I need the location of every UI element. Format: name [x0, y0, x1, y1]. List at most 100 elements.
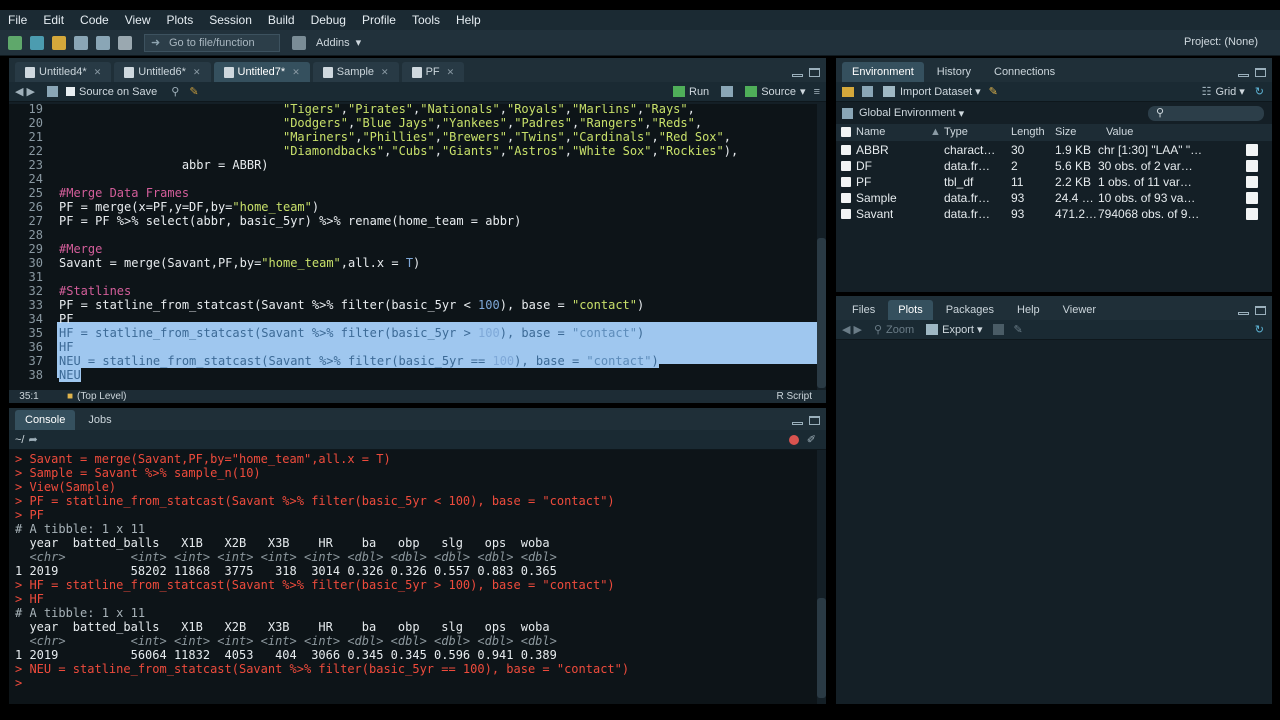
broom-icon[interactable]: ✎: [1014, 323, 1023, 336]
maximize-icon[interactable]: [1255, 306, 1266, 315]
go-to-directory-icon[interactable]: ➦: [28, 433, 37, 446]
chevron-down-icon[interactable]: ▾: [977, 323, 983, 336]
code-line[interactable]: 26 PF = merge(x=PF,y=DF,by="home_team"): [9, 200, 817, 214]
minimize-icon[interactable]: [792, 422, 803, 425]
close-icon[interactable]: ✕: [193, 62, 201, 82]
search-icon[interactable]: ⚲: [171, 85, 179, 98]
tab-files[interactable]: Files: [842, 300, 885, 320]
minimize-icon[interactable]: [792, 74, 803, 77]
menu-session[interactable]: Session: [201, 10, 260, 30]
menu-code[interactable]: Code: [72, 10, 117, 30]
code-editor[interactable]: 19 "Tigers","Pirates","Nationals","Royal…: [9, 104, 817, 390]
code-line[interactable]: 23 abbr = ABBR): [9, 158, 817, 172]
view-data-icon[interactable]: [1246, 208, 1258, 220]
menu-debug[interactable]: Debug: [303, 10, 354, 30]
code-line[interactable]: 19 "Tigers","Pirates","Nationals","Royal…: [9, 104, 817, 116]
tab-viewer[interactable]: Viewer: [1053, 300, 1106, 320]
row-checkbox[interactable]: [841, 177, 851, 187]
code-line[interactable]: 27 PF = PF %>% select(abbr, basic_5yr) %>…: [9, 214, 817, 228]
column-header-size[interactable]: Size: [1055, 124, 1076, 141]
code-line[interactable]: 36 HF: [9, 340, 817, 354]
code-line[interactable]: 20 "Dodgers","Blue Jays","Yankees","Padr…: [9, 116, 817, 130]
column-header-value[interactable]: Value: [1106, 124, 1133, 141]
tab-history[interactable]: History: [927, 62, 981, 82]
broom-icon[interactable]: ✎: [989, 85, 998, 98]
export-button[interactable]: Export: [942, 324, 974, 336]
menu-tools[interactable]: Tools: [404, 10, 448, 30]
tab-untitled6[interactable]: Untitled6* ✕: [114, 62, 211, 82]
back-arrow-icon[interactable]: ◀ ▶: [15, 85, 35, 98]
refresh-icon[interactable]: ↻: [1255, 323, 1264, 336]
wand-icon[interactable]: ✎: [189, 85, 198, 98]
chevron-down-icon[interactable]: ▾: [800, 85, 806, 98]
close-icon[interactable]: ✕: [292, 62, 300, 82]
tab-packages[interactable]: Packages: [936, 300, 1004, 320]
scope-selector[interactable]: (Top Level): [77, 390, 126, 403]
code-line[interactable]: 38 NEU: [9, 368, 817, 382]
select-all-checkbox[interactable]: [841, 127, 851, 137]
console-output[interactable]: > Savant = merge(Savant,PF,by="home_team…: [9, 450, 817, 704]
column-header-length[interactable]: Length: [1011, 124, 1045, 141]
env-search-input[interactable]: ⚲: [1148, 105, 1264, 121]
menu-help[interactable]: Help: [448, 10, 489, 30]
code-line[interactable]: 32 #Statlines: [9, 284, 817, 298]
code-line[interactable]: 28: [9, 228, 817, 242]
view-data-icon[interactable]: [1246, 160, 1258, 172]
pane-layout-icon[interactable]: [292, 35, 306, 50]
import-dataset-button[interactable]: Import Dataset: [900, 86, 972, 98]
minimize-icon[interactable]: [1238, 312, 1249, 315]
code-line[interactable]: 34 PF: [9, 312, 817, 326]
tab-help[interactable]: Help: [1007, 300, 1050, 320]
code-line[interactable]: 24: [9, 172, 817, 186]
menu-profile[interactable]: Profile: [354, 10, 404, 30]
minimize-icon[interactable]: [1238, 74, 1249, 77]
back-arrow-icon[interactable]: ◀ ▶: [842, 323, 862, 336]
code-line[interactable]: 22 "Diamondbacks","Cubs","Giants","Astro…: [9, 144, 817, 158]
view-data-icon[interactable]: [1246, 192, 1258, 204]
maximize-icon[interactable]: [809, 416, 820, 425]
project-menu[interactable]: Project: (None): [1184, 36, 1258, 48]
row-checkbox[interactable]: [841, 145, 851, 155]
env-row[interactable]: Savant data.fr… 93 471.2… 794068 obs. of 9…: [836, 206, 1272, 222]
print-icon[interactable]: [118, 35, 132, 50]
addins-menu[interactable]: Addins: [316, 37, 350, 49]
code-line[interactable]: 33 PF = statline_from_statcast(Savant %>%…: [9, 298, 817, 312]
env-row[interactable]: ABBR charact… 30 1.9 KB chr [1:30] "LAA" "…: [836, 142, 1272, 158]
save-icon[interactable]: [74, 35, 88, 50]
save-all-icon[interactable]: [96, 35, 110, 50]
load-workspace-icon[interactable]: [842, 86, 854, 97]
menu-plots[interactable]: Plots: [159, 10, 202, 30]
editor-scrollbar[interactable]: [817, 238, 826, 388]
source-button[interactable]: Source: [761, 86, 796, 98]
save-icon[interactable]: [46, 86, 58, 97]
filetype-selector[interactable]: R Script: [776, 390, 812, 403]
view-mode-selector[interactable]: Grid: [1215, 86, 1236, 98]
run-button[interactable]: Run: [689, 86, 709, 98]
menu-view[interactable]: View: [117, 10, 159, 30]
view-data-icon[interactable]: [1246, 176, 1258, 188]
tab-connections[interactable]: Connections: [984, 62, 1065, 82]
menu-build[interactable]: Build: [260, 10, 303, 30]
chevron-down-icon[interactable]: ▾: [975, 85, 981, 98]
remove-plot-icon[interactable]: [992, 324, 1004, 335]
view-data-icon[interactable]: [1246, 144, 1258, 156]
column-header-name[interactable]: Name: [856, 124, 885, 141]
close-icon[interactable]: ✕: [94, 62, 102, 82]
env-row[interactable]: DF data.fr… 2 5.6 KB 30 obs. of 2 var…: [836, 158, 1272, 174]
env-row[interactable]: PF tbl_df 11 2.2 KB 1 obs. of 11 var…: [836, 174, 1272, 190]
column-header-type[interactable]: Type: [944, 124, 968, 141]
maximize-icon[interactable]: [809, 68, 820, 77]
refresh-icon[interactable]: ↻: [1255, 85, 1264, 98]
goto-file-input[interactable]: Go to file/function: [144, 33, 280, 52]
code-line[interactable]: 21 "Mariners","Phillies","Brewers","Twin…: [9, 130, 817, 144]
tab-pf[interactable]: PF ✕: [401, 62, 465, 82]
tab-console[interactable]: Console: [15, 410, 76, 430]
rerun-icon[interactable]: [721, 86, 734, 97]
row-checkbox[interactable]: [841, 209, 851, 219]
tab-untitled7[interactable]: Untitled7* ✕: [213, 62, 310, 82]
menu-edit[interactable]: Edit: [35, 10, 72, 30]
tab-sample[interactable]: Sample ✕: [312, 62, 399, 82]
source-on-save-checkbox[interactable]: [65, 87, 75, 96]
new-project-icon[interactable]: [30, 35, 44, 50]
clear-console-icon[interactable]: ✐: [807, 433, 816, 446]
